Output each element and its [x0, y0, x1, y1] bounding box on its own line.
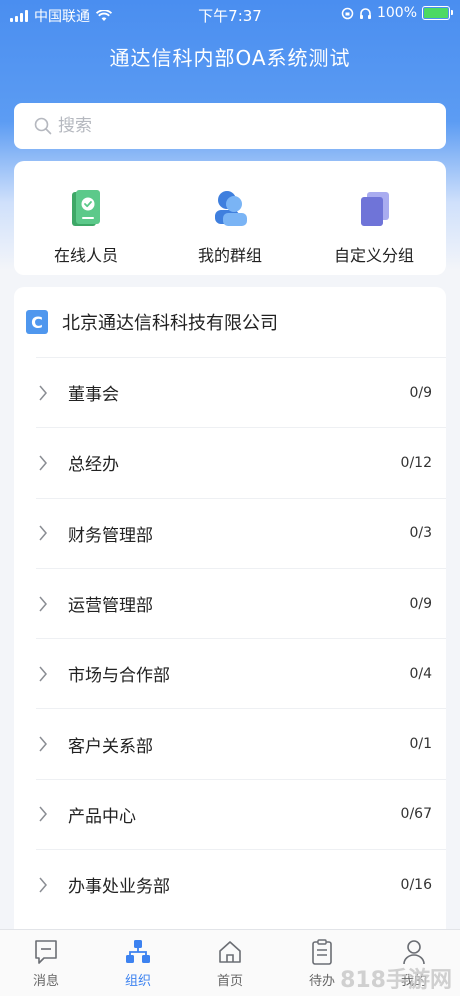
department-row[interactable]: 市场与合作部 0/4: [36, 638, 446, 708]
home-icon: [219, 941, 241, 963]
page-title: 通达信科内部OA系统测试: [109, 46, 351, 70]
department-name: 财务管理部: [68, 525, 153, 546]
department-name: 市场与合作部: [68, 666, 170, 687]
quick-my-groups[interactable]: 我的群组: [158, 161, 302, 275]
department-row[interactable]: 办事处业务部 0/16: [36, 849, 446, 919]
department-count: 0/9: [409, 384, 432, 401]
department-row[interactable]: 客户关系部 0/1: [36, 708, 446, 778]
department-row[interactable]: 财务管理部 0/3: [36, 497, 446, 568]
watermark: 818手游网: [340, 968, 452, 993]
chevron-right-icon: [38, 876, 58, 894]
quick-label-groups: 我的群组: [197, 246, 262, 265]
tab-label-todo: 待办: [308, 974, 335, 989]
custom-group-icon: [354, 188, 394, 230]
department-name: 总经办: [68, 455, 119, 476]
department-name: 客户关系部: [68, 736, 153, 757]
org-icon: [126, 940, 150, 963]
tab-messages[interactable]: 消息: [0, 930, 92, 996]
department-count: 0/1: [409, 736, 432, 753]
department-list: 董事会 0/9 总经办 0/12 财务管理部 0/3 运营管理部 0/9 市场与…: [14, 357, 446, 919]
department-count: 0/9: [409, 595, 432, 612]
org-header[interactable]: C 北京通达信科科技有限公司: [14, 287, 446, 357]
rotation-lock-icon: [341, 7, 354, 19]
chevron-right-icon: [38, 805, 58, 823]
group-icon: [210, 188, 250, 230]
org-name: 北京通达信科科技有限公司: [62, 313, 278, 334]
tab-org[interactable]: 组织: [92, 930, 184, 996]
quick-actions-card: 在线人员 我的群组 自定义分组: [14, 161, 446, 275]
search-bar[interactable]: [14, 103, 446, 149]
department-name: 董事会: [68, 385, 119, 406]
department-name: 产品中心: [68, 806, 136, 827]
message-icon: [35, 940, 57, 964]
status-bar: 中国联通 下午7:37 100%: [0, 0, 460, 30]
quick-custom-group[interactable]: 自定义分组: [302, 161, 446, 275]
department-name: 办事处业务部: [68, 877, 170, 898]
todo-icon: [312, 939, 332, 965]
department-count: 0/4: [409, 665, 432, 682]
online-phone-icon: [66, 188, 106, 230]
tab-label-org: 组织: [124, 974, 151, 989]
department-count: 0/3: [409, 525, 432, 542]
department-count: 0/12: [400, 454, 432, 471]
chevron-right-icon: [38, 454, 58, 472]
tab-label-messages: 消息: [32, 974, 59, 989]
search-input[interactable]: [58, 116, 418, 136]
chevron-right-icon: [38, 384, 58, 402]
status-right: 100%: [341, 5, 453, 21]
department-row[interactable]: 运营管理部 0/9: [36, 567, 446, 638]
department-name: 运营管理部: [68, 596, 153, 617]
department-row[interactable]: 董事会 0/9: [36, 357, 446, 427]
headphones-icon: [359, 7, 371, 19]
department-row[interactable]: 总经办 0/12: [36, 427, 446, 497]
chevron-right-icon: [38, 665, 58, 683]
chevron-right-icon: [38, 595, 58, 613]
chevron-right-icon: [38, 524, 58, 542]
department-count: 0/16: [400, 876, 432, 893]
quick-label-online: 在线人员: [53, 246, 118, 265]
chevron-right-icon: [38, 735, 58, 753]
department-count: 0/67: [400, 806, 432, 823]
tab-label-home: 首页: [216, 974, 243, 989]
quick-label-custom: 自定义分组: [333, 246, 414, 265]
org-badge: C: [26, 310, 48, 334]
org-card: C 北京通达信科科技有限公司 董事会 0/9 总经办 0/12 财务管理部 0/…: [14, 287, 446, 947]
quick-online-users[interactable]: 在线人员: [14, 161, 158, 275]
battery-percent: 100%: [376, 5, 417, 21]
battery-icon: [422, 6, 453, 20]
search-icon: [34, 117, 52, 135]
department-row[interactable]: 产品中心 0/67: [36, 778, 446, 849]
tab-home[interactable]: 首页: [184, 930, 276, 996]
